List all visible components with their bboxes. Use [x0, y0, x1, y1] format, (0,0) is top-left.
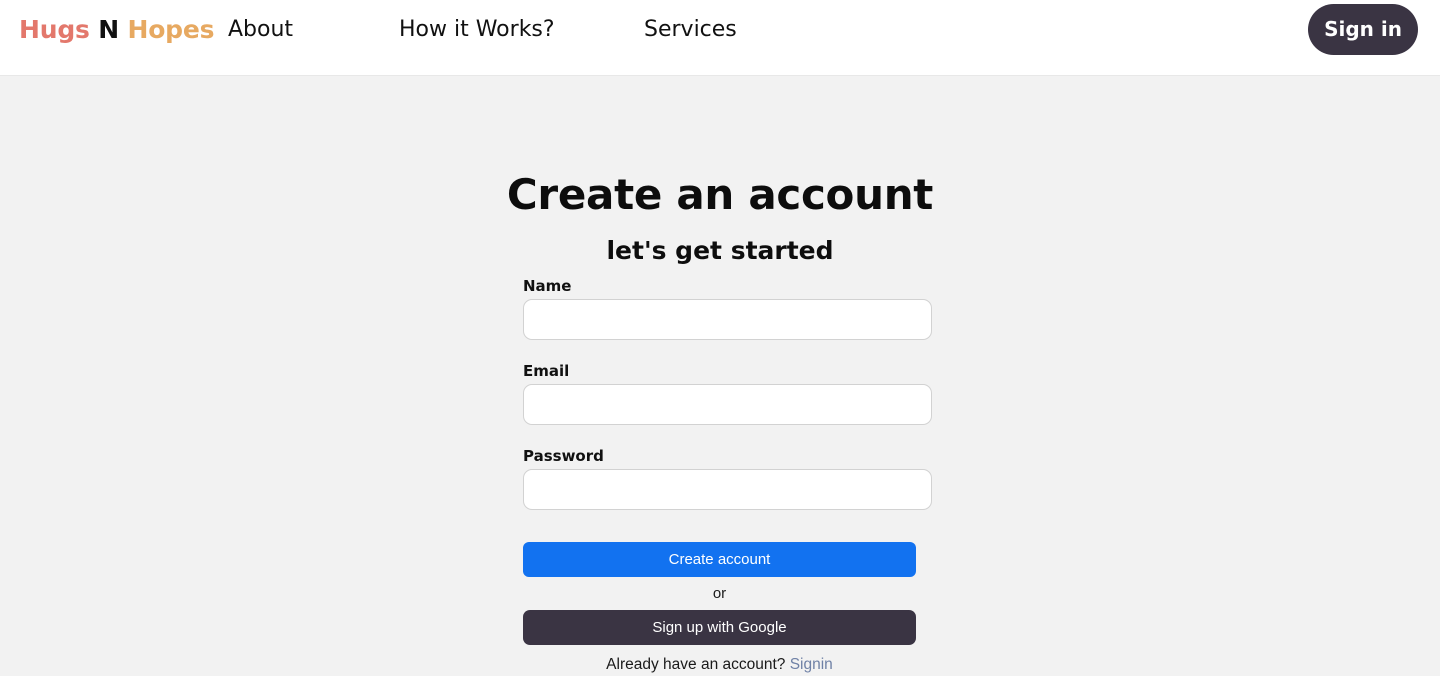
sign-in-button[interactable]: Sign in: [1308, 4, 1418, 55]
brand-logo[interactable]: Hugs N Hopes: [19, 14, 215, 46]
password-label: Password: [523, 447, 604, 465]
brand-part-hopes: Hopes: [127, 15, 215, 44]
brand-part-hugs: Hugs: [19, 15, 90, 44]
or-divider-text: or: [712, 585, 727, 602]
email-input[interactable]: [523, 384, 932, 425]
password-input[interactable]: [523, 469, 932, 510]
email-label: Email: [523, 362, 570, 380]
brand-part-n: N: [98, 15, 119, 44]
site-header: Hugs N Hopes About How it Works? Service…: [0, 0, 1440, 76]
spacer-email-password: [523, 425, 932, 446]
nav-item-how-it-works[interactable]: How it Works?: [399, 14, 555, 46]
name-input[interactable]: [523, 299, 932, 340]
field-email: Email: [523, 361, 932, 425]
spacer-name-email: [523, 340, 932, 361]
nav-item-services[interactable]: Services: [644, 14, 737, 46]
page-subtitle: let's get started: [606, 236, 834, 265]
already-have-account-line: Already have an account? Signin: [523, 654, 916, 676]
name-label: Name: [523, 277, 572, 295]
signup-form: Name Email Password Create account or Si…: [523, 276, 932, 676]
already-have-account-text: Already have an account?: [606, 656, 786, 673]
nav-item-about[interactable]: About: [228, 14, 293, 46]
create-account-button[interactable]: Create account: [523, 542, 916, 577]
field-password: Password: [523, 446, 932, 510]
page-title: Create an account: [506, 170, 934, 219]
field-name: Name: [523, 276, 932, 340]
signin-link[interactable]: Signin: [790, 656, 833, 673]
sign-up-with-google-button[interactable]: Sign up with Google: [523, 610, 916, 645]
